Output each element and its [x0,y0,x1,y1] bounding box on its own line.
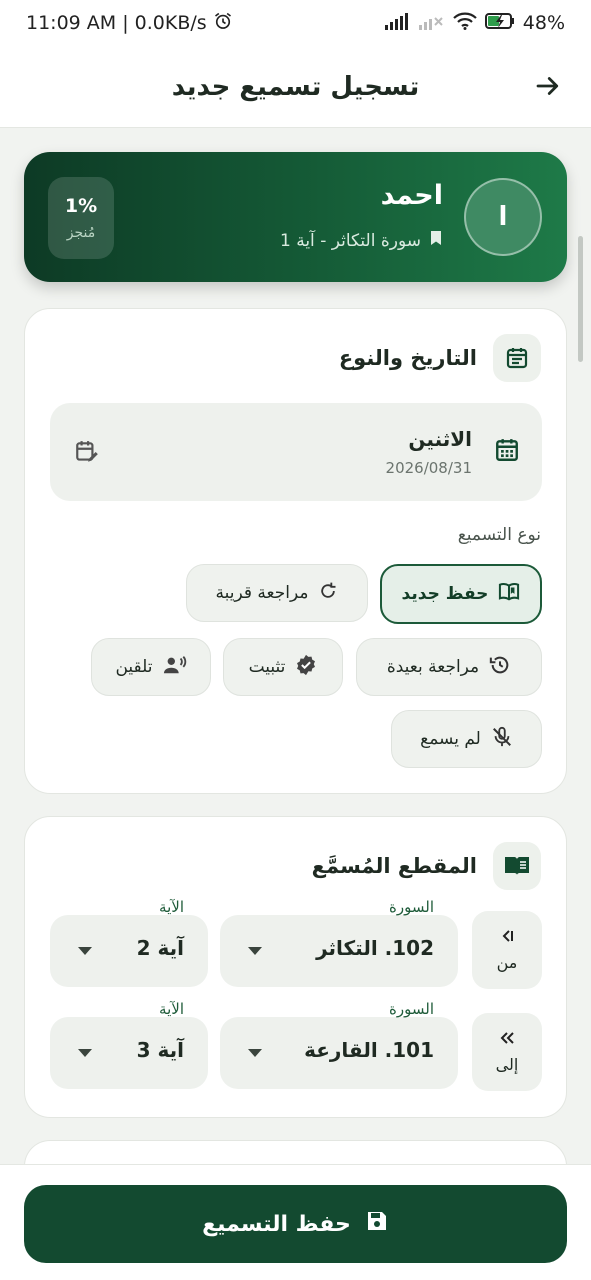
field-label: الآية [159,898,184,916]
voice-person-icon [163,654,187,681]
from-label: من [496,953,518,972]
type-chip-consolidation[interactable]: تثبيت [223,638,343,696]
battery-percent: 48% [522,12,565,34]
calendar-icon [494,437,520,467]
to-surah-select[interactable]: السورة 101. القارعة [220,1000,458,1089]
scrollbar[interactable] [578,236,583,362]
type-chip-label: مراجعة قريبة [215,583,309,603]
section-title: التاريخ والنوع [338,346,477,370]
type-chip-label: تثبيت [248,657,286,677]
progress-value: 1% [64,195,98,217]
status-bar: 11:09 AM | 0.0KB/s 48% [0,0,591,46]
back-button[interactable] [530,70,566,106]
student-position: سورة التكاثر - آية 1 [280,230,443,251]
dropdown-caret-icon [248,947,262,955]
type-chip-label: تلقين [115,657,153,677]
section-header: التاريخ والنوع [339,334,541,382]
date-picker[interactable]: الاثنين 2026/08/31 [50,403,542,501]
progress-box: 1% مُنجز [48,177,114,259]
edit-calendar-icon[interactable] [74,439,100,469]
segment-card: المقطع المُسمَّع من السورة 102. التكاثر … [24,816,567,1118]
arrow-right-icon [533,71,563,105]
to-label: إلى [495,1055,519,1074]
from-surah-select[interactable]: السورة 102. التكاثر [220,898,458,987]
signal-icon [384,12,411,35]
to-badge: إلى [472,1013,542,1091]
book-icon [493,842,541,890]
field-value: آية 3 [136,1038,184,1062]
page-title: تسجيل تسميع جديد [171,71,420,102]
from-row: من السورة 102. التكاثر الآية آية 2 [50,898,542,989]
dropdown-caret-icon [78,947,92,955]
to-ayah-select[interactable]: الآية آية 3 [50,1000,208,1089]
from-badge: من [472,911,542,989]
field-value: آية 2 [136,936,184,960]
field-value: 101. القارعة [304,1038,434,1062]
selected-day: الاثنين [408,427,472,451]
alarm-icon [213,11,233,36]
section-title: المقطع المُسمَّع [311,854,477,878]
from-ayah-select[interactable]: الآية آية 2 [50,898,208,987]
student-card: ا احمد سورة التكاثر - آية 1 1% مُنجز [24,152,567,282]
event-note-icon [493,334,541,382]
signal-off-icon [418,12,445,35]
verified-badge-icon [295,654,317,681]
type-chip-label: مراجعة بعيدة [386,657,480,677]
selected-date: 2026/08/31 [385,459,472,477]
save-button-label: حفظ التسميع [202,1211,351,1237]
save-icon [365,1209,389,1239]
progress-label: مُنجز [66,225,96,241]
bottom-bar: حفظ التسميع [0,1164,591,1280]
wifi-icon [453,12,477,35]
type-chip-recent-review[interactable]: مراجعة قريبة [186,564,368,622]
field-label: السورة [389,1000,434,1018]
field-label: السورة [389,898,434,916]
save-recitation-button[interactable]: حفظ التسميع [24,1185,567,1263]
status-time: 11:09 AM | 0.0KB/s [26,12,207,34]
type-label: نوع التسميع [457,525,541,545]
history-icon [489,654,511,681]
refresh-icon [318,581,338,606]
dropdown-caret-icon [78,1049,92,1057]
field-label: الآية [159,1000,184,1018]
avatar: ا [464,178,542,256]
student-name: احمد [380,180,443,211]
field-value: 102. التكاثر [316,936,434,960]
type-chip-not-recited[interactable]: لم يسمع [391,710,542,768]
type-chip-far-review[interactable]: مراجعة بعيدة [356,638,542,696]
type-chip-new-memorization[interactable]: حفظ جديد [380,564,542,624]
date-type-card: التاريخ والنوع الاثنين 2026/08/31 نوع ال… [24,308,567,794]
type-chip-label: لم يسمع [420,729,481,749]
dropdown-caret-icon [248,1049,262,1057]
section-header: المقطع المُسمَّع [312,842,541,890]
type-chip-label: حفظ جديد [401,584,489,604]
mic-off-icon [491,726,513,753]
double-chevron-icon [499,1030,515,1049]
app-bar: تسجيل تسميع جديد [0,46,591,128]
bookmark-icon [429,230,443,251]
to-row: إلى السورة 101. القارعة الآية آية 3 [50,1000,542,1091]
type-chip-dictation[interactable]: تلقين [91,638,211,696]
first-page-icon [499,928,515,947]
open-book-icon [498,582,520,607]
student-position-text: سورة التكاثر - آية 1 [279,230,421,251]
battery-charging-icon [484,12,515,35]
